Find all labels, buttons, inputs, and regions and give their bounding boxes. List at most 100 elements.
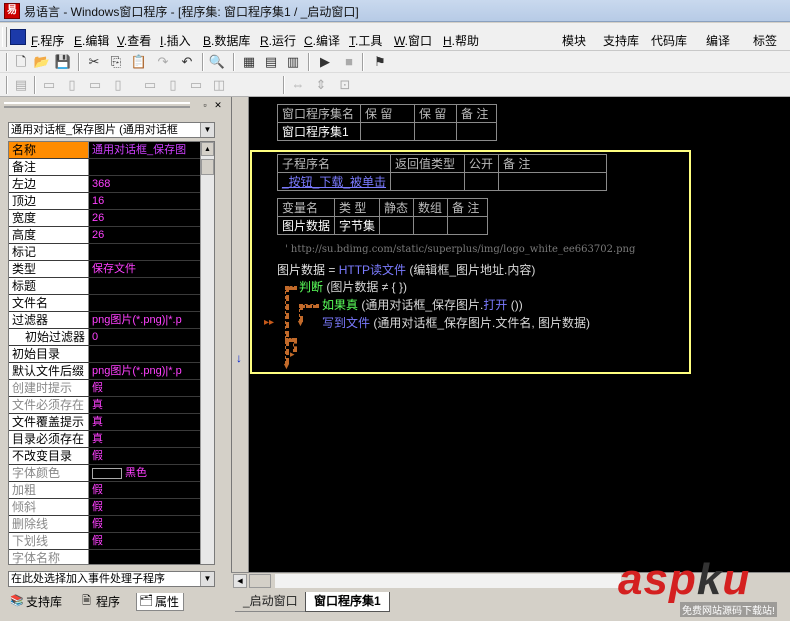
property-row[interactable]: 备注 [9, 159, 200, 176]
property-value[interactable]: 真 [90, 431, 200, 447]
menubar-grip[interactable] [2, 27, 7, 47]
menu-compile[interactable]: C.编译 [304, 32, 340, 49]
property-value[interactable]: png图片(*.png)|*.p [90, 363, 200, 379]
code-line-if-true[interactable]: 如果真 (通用对话框_保存图片.打开 ()) [322, 296, 523, 313]
subroutine-name-cell[interactable]: _按钮_下载_被单击 [276, 172, 392, 191]
space-horizontal-icon[interactable]: ⇔ [289, 76, 307, 94]
align-grid-icon[interactable]: ▤ [12, 76, 30, 94]
space-vertical-icon[interactable]: ⇕ [312, 76, 330, 94]
sub-cell[interactable] [498, 172, 608, 191]
save-icon[interactable]: 💾 [54, 53, 72, 71]
property-value[interactable]: 真 [90, 414, 200, 430]
menu-right-code-lib[interactable]: 代码库 [651, 32, 687, 49]
center-vertical-icon[interactable]: ▯ [164, 76, 182, 94]
property-row[interactable]: 字体颜色 黑色 [9, 465, 200, 482]
chevron-down-icon[interactable]: ▼ [200, 123, 214, 137]
property-row[interactable]: 初始目录 [9, 346, 200, 363]
scroll-thumb[interactable] [249, 574, 271, 588]
menu-program[interactable]: F.程序 [31, 32, 64, 49]
undo-icon[interactable]: ↶ [178, 53, 196, 71]
code-editor[interactable]: ↓ 窗口程序集名 保 留 保 留 备 注 窗口程序集1 子程序名 返回值类型 公… [231, 97, 790, 572]
scroll-track[interactable] [275, 574, 621, 588]
property-row[interactable]: 目录必须存在真 [9, 431, 200, 448]
same-height-icon[interactable]: ◫ [210, 76, 228, 94]
tab-support-lib[interactable]: 📚 支持库 [8, 593, 66, 611]
property-row[interactable]: 左边 368 [9, 176, 200, 193]
layout-icon-3[interactable]: ▥ [284, 53, 302, 71]
menu-tools[interactable]: T.工具 [349, 32, 382, 49]
property-value[interactable]: 假 [90, 380, 200, 396]
property-row[interactable]: 字体名称 [9, 550, 200, 564]
property-row[interactable]: 倾斜假 [9, 499, 200, 516]
property-value[interactable] [90, 278, 200, 294]
property-value[interactable]: 假 [90, 448, 200, 464]
editor-gutter[interactable]: ↓ [232, 97, 249, 572]
class-cell[interactable] [456, 122, 497, 141]
property-value[interactable]: 保存文件 [90, 261, 200, 277]
event-select-combo[interactable]: 在此处选择加入事件处理子程序 ▼ [8, 571, 215, 587]
property-value[interactable]: 368 [90, 176, 200, 192]
scroll-thumb[interactable] [201, 159, 214, 175]
menu-right-module[interactable]: 模块 [562, 32, 586, 49]
chevron-down-icon[interactable]: ▼ [200, 572, 214, 586]
var-cell[interactable] [379, 216, 415, 235]
property-grid[interactable]: 名称 通用对话框_保存图 备注 左边 368 顶边 16 宽度 26 高度 26 标记 类型 保存文件 标题… [8, 141, 215, 565]
menu-run[interactable]: R.运行 [260, 32, 296, 49]
property-value[interactable]: 假 [90, 533, 200, 549]
code-line-switch[interactable]: 判断 (图片数据 ≠ { }) [299, 278, 407, 295]
menu-insert[interactable]: I.插入 [160, 32, 191, 49]
property-row[interactable]: 过滤器 png图片(*.png)|*.p [9, 312, 200, 329]
menu-right-tags[interactable]: 标签 [753, 32, 777, 49]
property-value[interactable]: 假 [90, 482, 200, 498]
tab-properties[interactable]: 🗂 属性 [136, 593, 185, 611]
variable-name-cell[interactable]: 图片数据 [276, 216, 336, 235]
property-row[interactable]: 初始过滤器 0 [9, 329, 200, 346]
cut-icon[interactable]: ✂ [85, 53, 103, 71]
property-row[interactable]: 标题 [9, 278, 200, 295]
property-row[interactable]: 类型 保存文件 [9, 261, 200, 278]
code-comment-url[interactable]: ' http://su.bdimg.com/static/superplus/i… [285, 244, 635, 255]
new-file-icon[interactable]: 🗋 [12, 53, 30, 71]
menu-right-support-lib[interactable]: 支持库 [603, 32, 639, 49]
object-select-combo[interactable]: 通用对话框_保存图片 (通用对话框 ▼ [8, 122, 215, 138]
same-width-icon[interactable]: ▭ [187, 76, 205, 94]
property-value[interactable]: 真 [90, 397, 200, 413]
property-row[interactable]: 文件必须存在真 [9, 397, 200, 414]
scroll-up-icon[interactable]: ▲ [201, 142, 214, 156]
copy-icon[interactable]: ⎘ [107, 53, 125, 71]
property-row[interactable]: 顶边 16 [9, 193, 200, 210]
property-row[interactable]: 创建时提示假 [9, 380, 200, 397]
center-horizontal-icon[interactable]: ▭ [141, 76, 159, 94]
class-cell[interactable] [414, 122, 457, 141]
property-value[interactable]: 26 [90, 210, 200, 226]
property-value[interactable] [90, 550, 200, 564]
property-row[interactable]: 加粗假 [9, 482, 200, 499]
paste-icon[interactable]: 📋 [130, 53, 148, 71]
property-value[interactable] [90, 159, 200, 175]
class-cell[interactable] [360, 122, 415, 141]
property-row[interactable]: 高度 26 [9, 227, 200, 244]
property-row[interactable]: 下划线假 [9, 533, 200, 550]
property-value[interactable]: 假 [90, 499, 200, 515]
property-value[interactable] [90, 346, 200, 362]
menu-help[interactable]: H.帮助 [443, 32, 479, 49]
property-value[interactable]: 26 [90, 227, 200, 243]
redo-icon[interactable]: ↷ [154, 53, 172, 71]
code-line-http-read[interactable]: 图片数据 = HTTP读文件 (编辑框_图片地址.内容) [277, 261, 535, 278]
align-top-icon[interactable]: ▭ [86, 76, 104, 94]
scroll-left-icon[interactable]: ◀ [233, 574, 247, 588]
property-value[interactable] [90, 295, 200, 311]
breakpoint-marker-icon[interactable]: ▸▸ [264, 317, 274, 328]
property-row[interactable]: 删除线假 [9, 516, 200, 533]
tab-program[interactable]: 🗎 程序 [78, 593, 124, 611]
class-name-cell[interactable]: 窗口程序集1 [277, 122, 361, 141]
align-bottom-icon[interactable]: ▯ [109, 76, 127, 94]
property-value[interactable]: 0 [90, 329, 200, 345]
property-row[interactable]: 文件名 [9, 295, 200, 312]
var-cell[interactable] [413, 216, 449, 235]
layout-icon-2[interactable]: ▤ [262, 53, 280, 71]
property-grid-scrollbar[interactable]: ▲ [200, 142, 214, 564]
menu-view[interactable]: V.查看 [117, 32, 151, 49]
menu-right-compile[interactable]: 编译 [706, 32, 730, 49]
code-line-write-file[interactable]: 写到文件 (通用对话框_保存图片.文件名, 图片数据) [322, 314, 590, 331]
